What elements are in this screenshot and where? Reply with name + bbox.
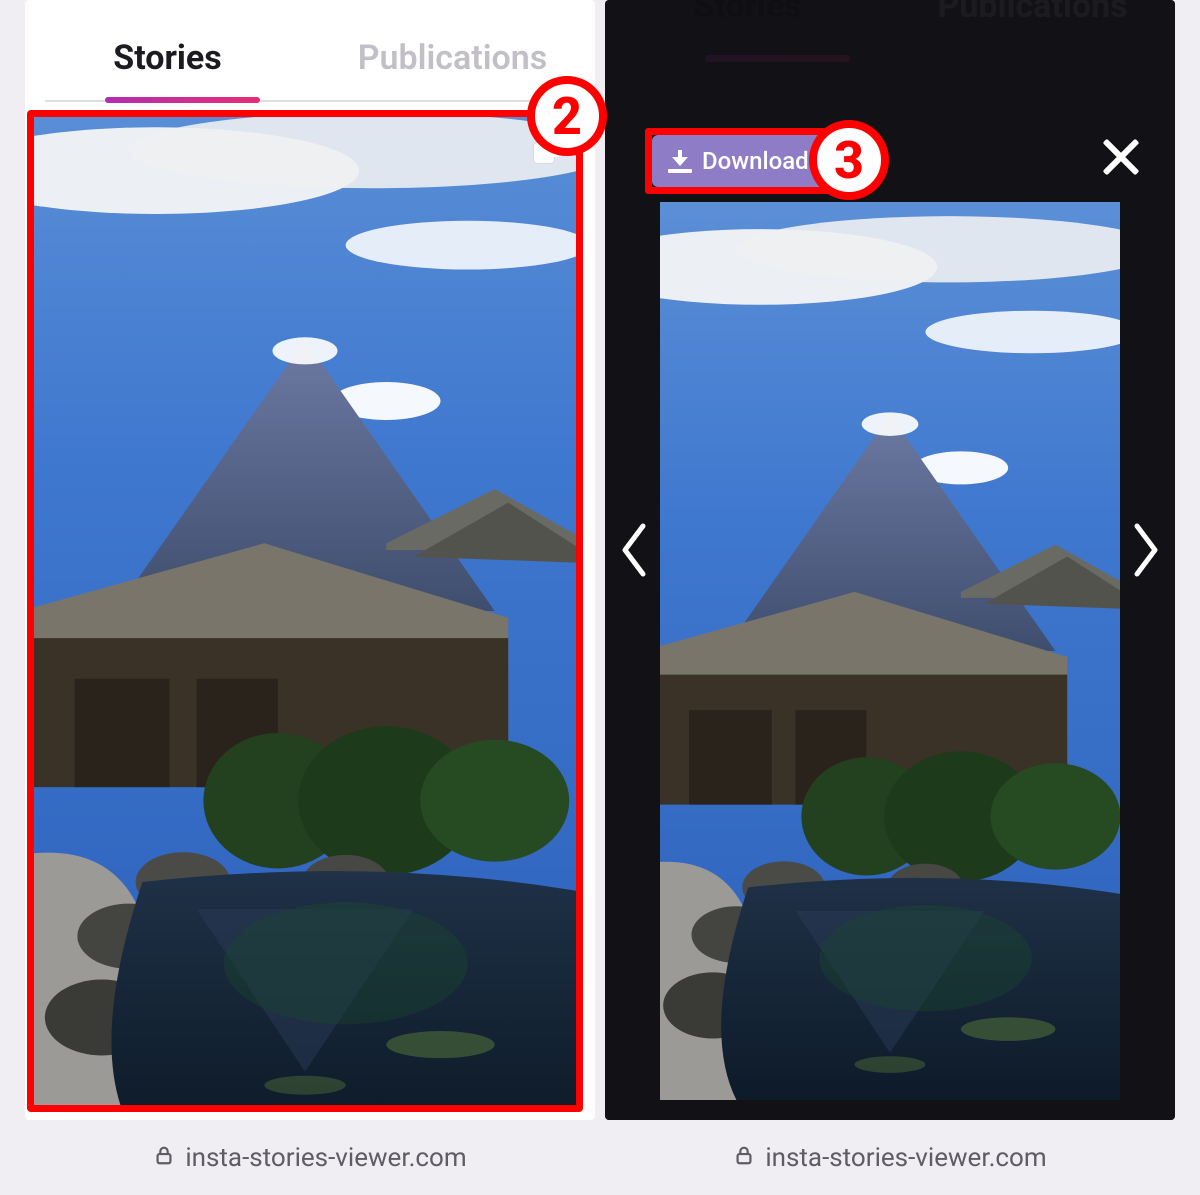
stories-viewer-card: Stories Publications xyxy=(25,0,595,1120)
tabs: Stories Publications xyxy=(25,0,595,100)
story-grid xyxy=(25,102,595,1120)
domain-text: insta-stories-viewer.com xyxy=(765,1143,1046,1173)
next-arrow[interactable] xyxy=(1131,520,1161,580)
browser-address-readout: insta-stories-viewer.com xyxy=(605,1120,1175,1195)
lightbox-image xyxy=(660,202,1120,1100)
annotation-badge-2: 2 xyxy=(527,76,607,156)
lock-icon xyxy=(733,1143,755,1173)
close-button[interactable] xyxy=(1095,132,1145,182)
download-icon xyxy=(668,149,692,173)
browser-address-readout: insta-stories-viewer.com xyxy=(25,1120,595,1195)
lock-icon xyxy=(153,1143,175,1173)
previous-arrow[interactable] xyxy=(619,520,649,580)
download-button-highlight: Download xyxy=(645,128,836,194)
screenshot-step-2: Stories Publications xyxy=(25,0,595,1195)
download-label: Download xyxy=(702,147,809,175)
lightbox-image-container xyxy=(660,202,1120,1100)
domain-text: insta-stories-viewer.com xyxy=(185,1143,466,1173)
story-lightbox: Stories Publications Download xyxy=(605,0,1175,1120)
annotation-badge-3: 3 xyxy=(809,120,889,200)
screenshot-step-3: Stories Publications Download xyxy=(605,0,1175,1195)
tab-stories[interactable]: Stories xyxy=(25,38,310,100)
story-thumbnail-highlighted[interactable] xyxy=(27,110,583,1112)
story-image xyxy=(34,117,576,1105)
download-button[interactable]: Download xyxy=(652,135,829,187)
